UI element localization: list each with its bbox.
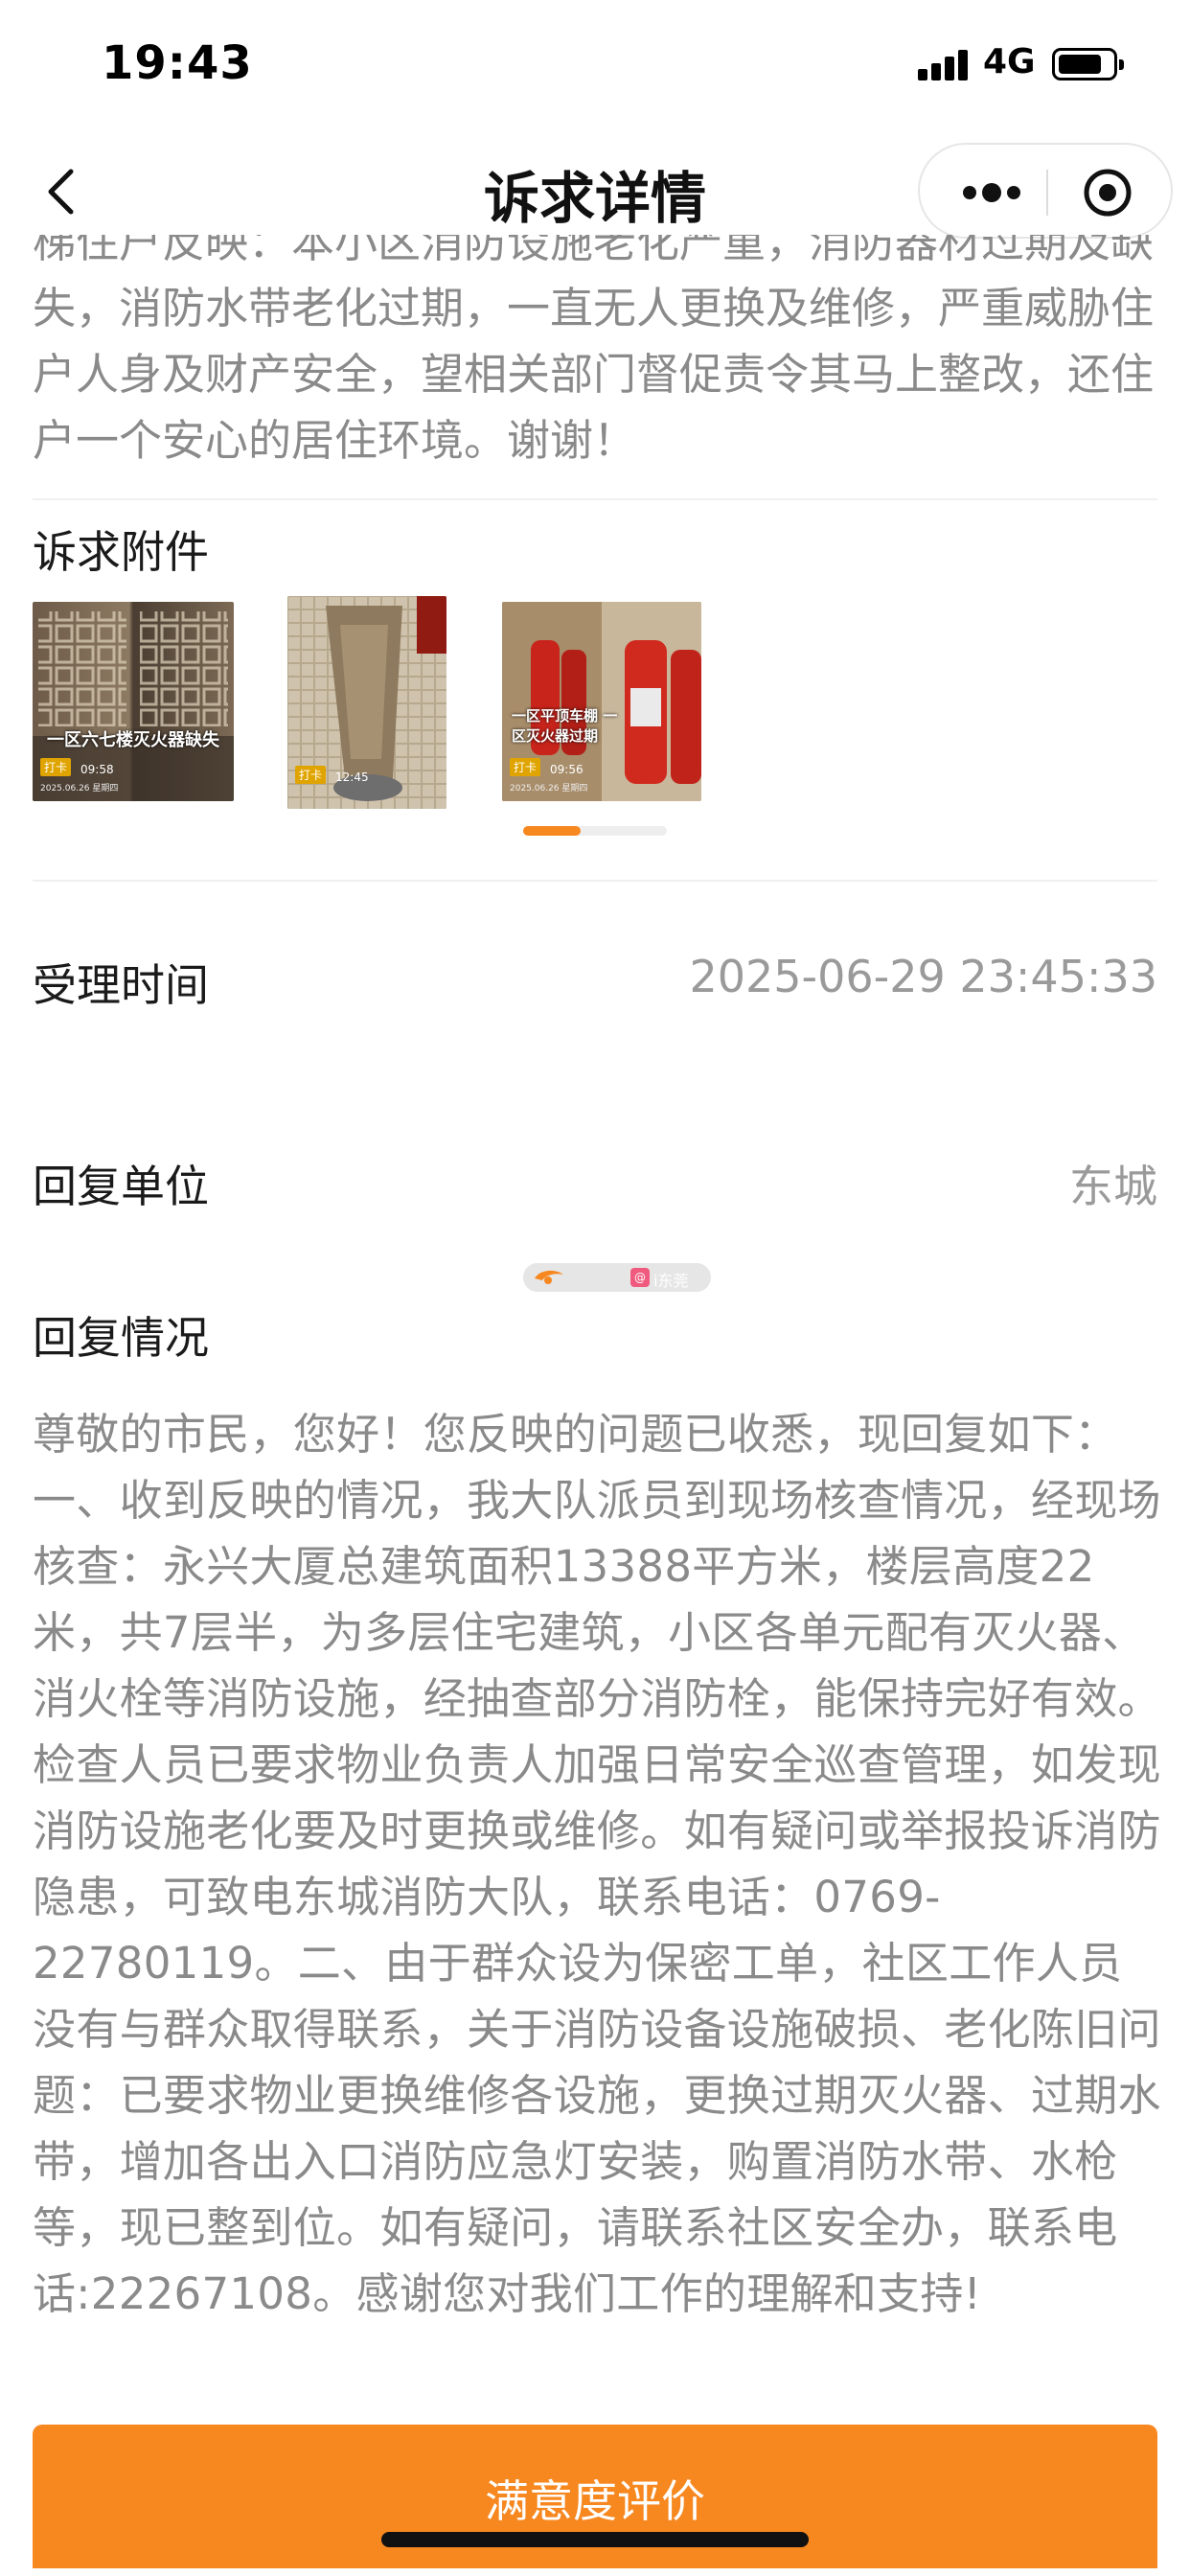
complaint-text-block: 梯住户反映：本小区消防设施老化严重，消防器材过期及缺失，消防水带老化过期，一直无… bbox=[33, 235, 1163, 470]
accept-time-label: 受理时间 bbox=[33, 959, 209, 1011]
attachment-time: 12:45 bbox=[335, 770, 369, 784]
capsule-divider bbox=[1046, 170, 1048, 216]
watermark-badge: @ bbox=[630, 1268, 650, 1287]
attachment-time: 09:56 bbox=[550, 763, 584, 776]
status-bar: 19:43 4G bbox=[0, 0, 1190, 129]
brand-logo-icon bbox=[535, 1270, 563, 1284]
reply-unit-label: 回复单位 bbox=[33, 1161, 209, 1212]
complaint-text: 梯住户反映：本小区消防设施老化严重，消防器材过期及缺失，消防水带老化过期，一直无… bbox=[33, 235, 1155, 466]
battery-icon bbox=[1052, 48, 1124, 80]
reply-unit-value: 东城 bbox=[1069, 1161, 1157, 1212]
attachment-caption: 一区六七楼灭火器缺失 bbox=[47, 730, 219, 750]
attachment-thumbnail[interactable]: 一区六七楼灭火器缺失 打卡 09:58 2025.06.26 星期四 bbox=[33, 602, 234, 801]
page: 19:43 4G 诉求详情 梯住户反映：本小区消防设施老化严重，消防器材过期及缺… bbox=[0, 0, 1190, 2576]
attachment-stamp: 打卡 bbox=[510, 758, 541, 776]
attachment-caption: 一区平顶车棚 一区灭火器过期 bbox=[512, 707, 618, 745]
watermark: @ i东莞 bbox=[523, 1263, 711, 1292]
more-icon[interactable] bbox=[958, 173, 1025, 212]
attachment-thumbnail[interactable]: 打卡 12:45 bbox=[287, 596, 446, 809]
attachment-footer: 2025.06.26 星期四 bbox=[510, 784, 588, 794]
attachment-time: 09:58 bbox=[80, 763, 114, 776]
reply-title: 回复情况 bbox=[33, 1312, 209, 1364]
carousel-indicator-active bbox=[523, 826, 581, 836]
divider bbox=[33, 498, 1157, 500]
attachment-thumbnail[interactable]: 一区平顶车棚 一区灭火器过期 打卡 09:56 2025.06.26 星期四 bbox=[502, 602, 701, 801]
signal-icon bbox=[918, 50, 970, 80]
watermark-handle: i东莞 bbox=[653, 1272, 689, 1290]
network-label: 4G bbox=[983, 42, 1036, 81]
satisfaction-rating-label: 满意度评价 bbox=[485, 2475, 705, 2527]
carousel-indicator bbox=[523, 826, 667, 836]
attachment-stamp: 打卡 bbox=[40, 758, 72, 776]
attachment-footer: 2025.06.26 星期四 bbox=[40, 784, 119, 794]
accept-time-value: 2025-06-29 23:45:33 bbox=[689, 951, 1157, 1002]
attachments-title: 诉求附件 bbox=[33, 526, 209, 578]
mini-program-capsule bbox=[918, 143, 1173, 239]
reply-text: 尊敬的市民，您好！您反映的问题已收悉，现回复如下：一、收到反映的情况，我大队派员… bbox=[33, 1409, 1161, 2319]
attachment-stamp: 打卡 bbox=[295, 766, 327, 784]
nav-bar: 诉求详情 bbox=[0, 129, 1190, 249]
close-mini-program-icon[interactable] bbox=[1081, 166, 1134, 219]
status-time: 19:43 bbox=[102, 36, 253, 90]
home-indicator[interactable] bbox=[381, 2532, 809, 2547]
divider bbox=[33, 880, 1157, 882]
